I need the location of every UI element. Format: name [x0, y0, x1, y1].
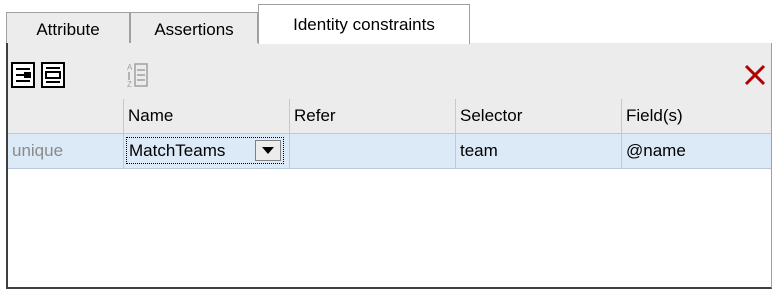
tab-identity-constraints[interactable]: Identity constraints	[258, 4, 470, 44]
tab-label: Identity constraints	[293, 14, 435, 34]
insert-constraint-icon	[41, 62, 65, 88]
name-dropdown-button[interactable]	[255, 140, 281, 161]
append-constraint-icon	[11, 62, 35, 88]
sort-az-icon: A Z	[127, 63, 148, 89]
header-selector[interactable]: Selector	[456, 99, 622, 133]
tab-label: Assertions	[154, 19, 234, 39]
svg-text:A: A	[127, 63, 133, 72]
sort-button[interactable]: A Z	[124, 61, 150, 89]
selector-cell[interactable]: team	[456, 134, 622, 168]
header-kind	[8, 99, 124, 133]
identity-constraints-panel: A Z Name Refer Selector Field(s) unique …	[6, 43, 772, 289]
tab-assertions[interactable]: Assertions	[130, 12, 258, 46]
name-combobox[interactable]: MatchTeams	[126, 137, 284, 164]
table-row[interactable]: unique MatchTeams team @name	[8, 134, 771, 169]
delete-button[interactable]	[743, 63, 767, 87]
constraint-kind: unique	[8, 134, 124, 168]
tab-bar: Attribute Assertions Identity constraint…	[6, 4, 772, 46]
tab-label: Attribute	[36, 19, 100, 39]
header-refer[interactable]: Refer	[290, 99, 456, 133]
constraints-table: Name Refer Selector Field(s) unique Matc…	[8, 99, 771, 169]
refer-cell[interactable]	[290, 134, 456, 168]
append-constraint-button[interactable]	[10, 61, 36, 89]
name-cell[interactable]: MatchTeams	[124, 134, 290, 168]
delete-icon	[744, 64, 766, 86]
dropdown-arrow-icon	[262, 146, 274, 154]
fields-cell[interactable]: @name	[622, 134, 772, 168]
svg-text:Z: Z	[127, 80, 132, 89]
table-header-row: Name Refer Selector Field(s)	[8, 99, 771, 134]
tab-attribute[interactable]: Attribute	[6, 12, 130, 46]
header-name[interactable]: Name	[124, 99, 290, 133]
toolbar: A Z	[8, 43, 771, 99]
name-value: MatchTeams	[129, 140, 226, 160]
insert-constraint-button[interactable]	[40, 61, 66, 89]
header-fields[interactable]: Field(s)	[622, 99, 772, 133]
